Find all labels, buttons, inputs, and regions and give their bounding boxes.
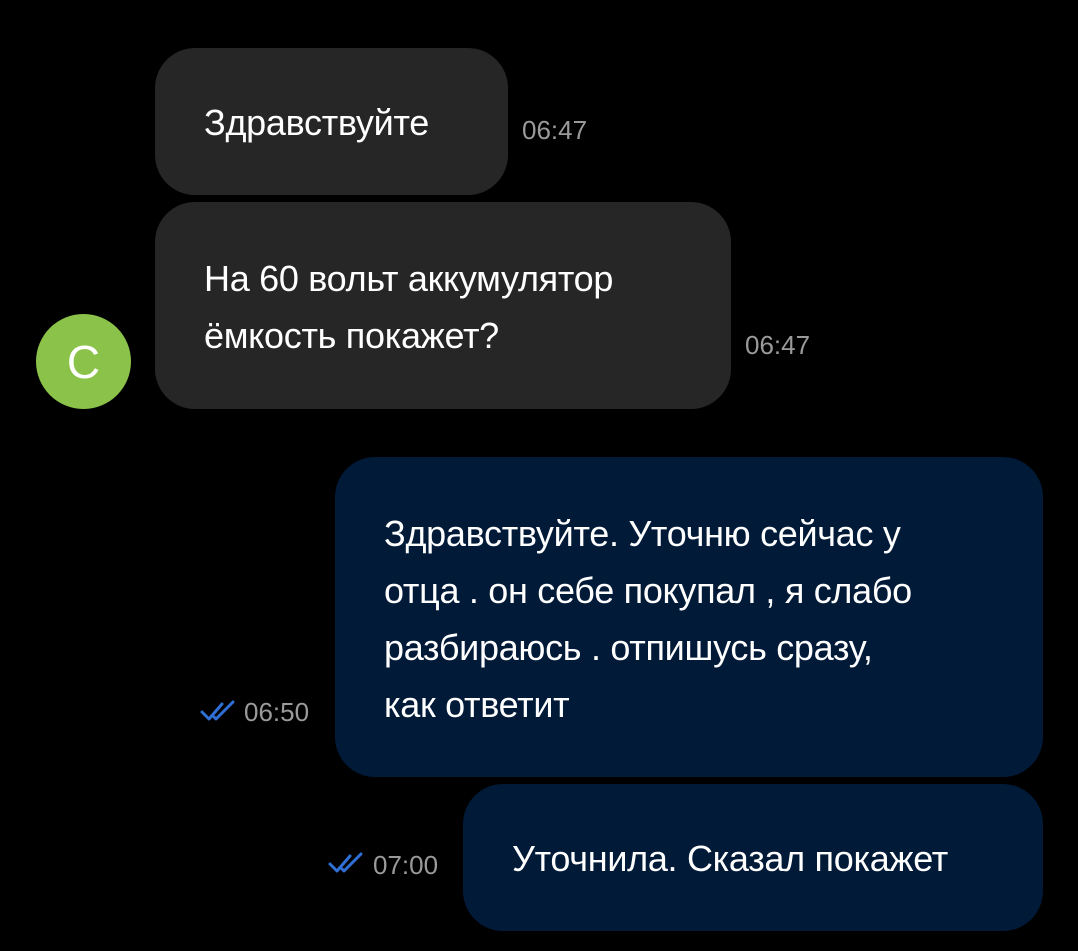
avatar-letter: С	[66, 335, 101, 388]
double-check-icon	[200, 700, 235, 721]
message-text: Уточнила. Сказал покажет	[512, 838, 948, 879]
message-text: Здравствуйте	[204, 102, 429, 143]
message-bubble-incoming[interactable]: На 60 вольт аккумулятор ёмкость покажет?	[155, 202, 731, 409]
message-bubble-outgoing[interactable]: Здравствуйте. Уточню сейчас у отца . он …	[335, 457, 1043, 777]
message-text: Здравствуйте. Уточню сейчас у отца . он …	[384, 513, 912, 725]
message-bubble-incoming[interactable]: Здравствуйте	[155, 48, 508, 195]
message-timestamp: 07:00	[373, 850, 439, 880]
message-text: На 60 вольт аккумулятор ёмкость покажет?	[204, 258, 614, 356]
double-check-icon	[328, 852, 363, 873]
message-timestamp: 06:50	[244, 697, 310, 727]
message-timestamp: 06:47	[745, 330, 811, 360]
message-timestamp: 06:47	[522, 115, 588, 145]
contact-avatar[interactable]: С	[36, 314, 131, 409]
message-bubble-outgoing[interactable]: Уточнила. Сказал покажет	[463, 784, 1043, 931]
